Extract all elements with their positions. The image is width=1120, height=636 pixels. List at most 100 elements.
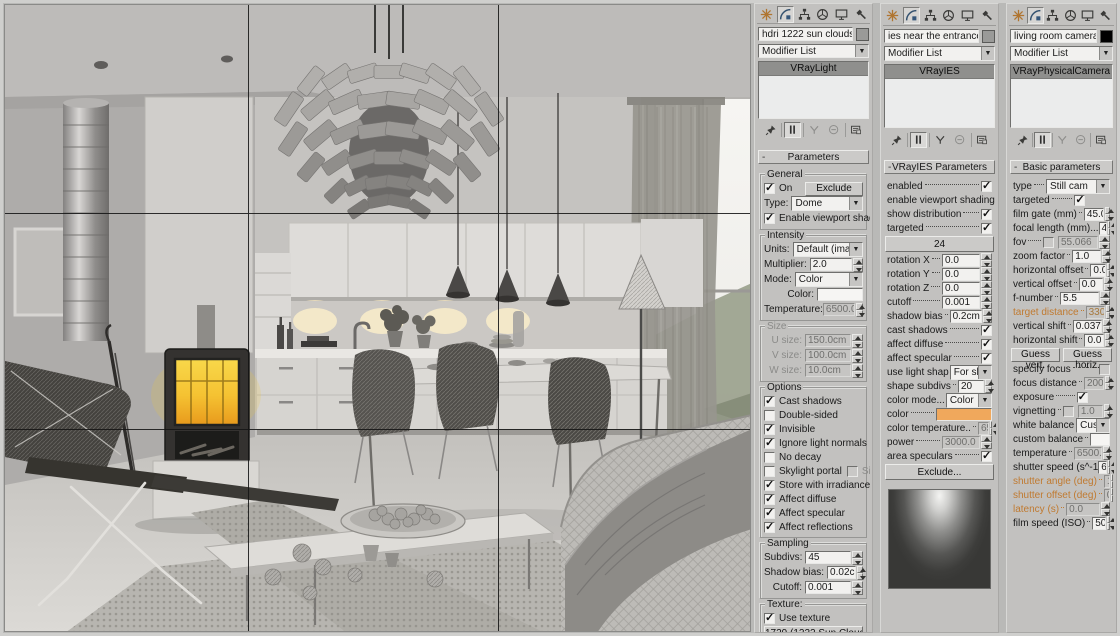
modify-tab[interactable] <box>1027 7 1043 24</box>
shutter-offset-field[interactable]: 0.0 <box>1104 489 1110 502</box>
shutter-speed-field[interactable]: 60.0 <box>1098 461 1107 474</box>
camera-type-dropdown[interactable]: Still cam ▼ <box>1046 179 1110 194</box>
option-checkbox[interactable] <box>764 480 775 491</box>
param-checkbox[interactable] <box>981 325 992 336</box>
hierarchy-tab[interactable] <box>921 7 939 24</box>
u-size-field[interactable]: 150.0cm <box>805 334 851 347</box>
option-checkbox[interactable] <box>764 410 775 421</box>
u-size-spinner[interactable] <box>852 334 863 348</box>
latency-spinner[interactable] <box>1101 502 1110 516</box>
remove-modifier-icon[interactable] <box>952 132 969 148</box>
make-unique-icon[interactable] <box>1054 132 1071 148</box>
targeted-checkbox[interactable] <box>1074 195 1085 206</box>
horizontal-offset-field[interactable]: 0.0 <box>1090 264 1106 277</box>
subdivs-field[interactable]: 45 <box>805 551 851 564</box>
cutoff-field[interactable]: 0.001 <box>805 581 851 594</box>
mode-dropdown[interactable]: Color ▼ <box>795 272 863 287</box>
viewport[interactable] <box>4 4 751 632</box>
show-end-result-icon[interactable] <box>784 122 801 138</box>
create-tab[interactable] <box>758 6 776 23</box>
stack-item-vrayphysicalcamera[interactable]: VRayPhysicalCamera <box>1011 65 1112 79</box>
show-end-result-icon[interactable] <box>1034 132 1051 148</box>
object-color-swatch[interactable] <box>856 28 869 41</box>
guess-vertical-button[interactable]: Guess vert. <box>1011 348 1060 362</box>
shadow-bias-field[interactable]: 0.02cm <box>827 566 856 579</box>
film-gate-spinner[interactable] <box>1105 207 1110 221</box>
exposure-checkbox[interactable] <box>1077 392 1088 403</box>
use-texture-checkbox[interactable] <box>764 613 775 624</box>
target-distance-spinner[interactable] <box>1106 305 1110 319</box>
ies-file-button[interactable]: 24 <box>885 236 994 252</box>
show-end-result-icon[interactable] <box>910 132 927 148</box>
param-checkbox[interactable] <box>981 181 992 192</box>
object-color-swatch[interactable] <box>982 30 995 43</box>
light-shape-dropdown[interactable]: For shadows ▼ <box>950 365 992 380</box>
vertical-offset-spinner[interactable] <box>1104 277 1110 291</box>
guess-horizontal-button[interactable]: Guess horiz. <box>1063 348 1112 362</box>
stack-item-vraylight[interactable]: VRayLight <box>759 62 868 76</box>
zoom-factor-spinner[interactable] <box>1102 249 1110 263</box>
specify-focus-checkbox[interactable] <box>1099 364 1110 375</box>
configure-modifier-sets-icon[interactable] <box>1092 132 1109 148</box>
modify-tab[interactable] <box>777 6 795 23</box>
shutter-angle-spinner[interactable] <box>1111 474 1113 488</box>
param-checkbox[interactable] <box>981 223 992 234</box>
modifier-list-dropdown[interactable]: Modifier List ▼ <box>758 44 869 58</box>
color-mode-dropdown[interactable]: Color ▼ <box>946 393 992 408</box>
modifier-list-dropdown[interactable]: Modifier List ▼ <box>884 46 995 61</box>
motion-tab[interactable] <box>1062 7 1078 24</box>
on-checkbox[interactable] <box>764 183 775 194</box>
utilities-tab[interactable] <box>1097 7 1113 24</box>
utilities-tab[interactable] <box>977 7 995 24</box>
display-tab[interactable] <box>1079 7 1095 24</box>
shutter-angle-field[interactable]: 180.0 <box>1104 475 1110 488</box>
rollout-basic-parameters[interactable]: - Basic parameters <box>1010 160 1113 174</box>
vertical-shift-spinner[interactable] <box>1103 319 1110 333</box>
object-color-swatch[interactable] <box>1100 30 1113 43</box>
area-speculars-checkbox[interactable] <box>981 451 992 462</box>
object-name-input[interactable]: ies near the entrance <box>884 29 979 43</box>
focus-distance-spinner[interactable] <box>1105 376 1110 390</box>
option-checkbox[interactable] <box>764 424 775 435</box>
stack-item-vrayies[interactable]: VRayIES <box>885 65 994 79</box>
modify-tab[interactable] <box>903 7 921 24</box>
fov-field[interactable]: 55.066 <box>1058 236 1098 249</box>
custom-balance-swatch[interactable] <box>1090 433 1110 446</box>
pin-stack-icon[interactable] <box>888 132 905 148</box>
multiplier-spinner[interactable] <box>853 258 863 272</box>
v-size-field[interactable]: 100.0cm <box>805 349 851 362</box>
subdivs-spinner[interactable] <box>852 551 863 565</box>
film-gate-field[interactable]: 45.0 <box>1084 208 1104 221</box>
ies-color-swatch[interactable] <box>936 408 992 421</box>
create-tab[interactable] <box>1010 7 1026 24</box>
horizontal-shift-spinner[interactable] <box>1105 333 1110 347</box>
focus-distance-field[interactable]: 200.0cm <box>1084 377 1104 390</box>
make-unique-icon[interactable] <box>933 132 950 148</box>
configure-modifier-sets-icon[interactable] <box>848 122 865 138</box>
power-field[interactable]: 3000.0 <box>942 436 980 449</box>
w-size-spinner[interactable] <box>852 364 863 378</box>
hierarchy-tab[interactable] <box>1045 7 1061 24</box>
param-field[interactable]: 0.2cm <box>950 310 982 323</box>
color-temperature-spinner[interactable] <box>990 421 992 435</box>
fov-spinner[interactable] <box>1099 235 1110 249</box>
display-tab[interactable] <box>833 6 851 23</box>
vignetting-spinner[interactable] <box>1104 404 1110 418</box>
utilities-tab[interactable] <box>851 6 869 23</box>
power-spinner[interactable] <box>981 435 992 449</box>
latency-field[interactable]: 0.0 <box>1066 503 1100 516</box>
target-distance-field[interactable]: 330.72 <box>1086 306 1105 319</box>
simple-checkbox[interactable] <box>847 466 858 477</box>
param-spinner[interactable] <box>981 295 992 309</box>
create-tab[interactable] <box>884 7 902 24</box>
object-name-input[interactable]: living room camera <box>1010 29 1097 43</box>
shutter-speed-spinner[interactable] <box>1108 460 1110 474</box>
focal-length-field[interactable]: 42.665 <box>1099 222 1107 235</box>
param-spinner[interactable] <box>981 281 992 295</box>
type-dropdown[interactable]: Dome ▼ <box>791 196 863 211</box>
make-unique-icon[interactable] <box>807 122 824 138</box>
shape-subdivs-spinner[interactable] <box>985 379 992 393</box>
option-checkbox[interactable] <box>764 438 775 449</box>
shadow-bias-spinner[interactable] <box>857 566 863 580</box>
v-size-spinner[interactable] <box>852 349 863 363</box>
